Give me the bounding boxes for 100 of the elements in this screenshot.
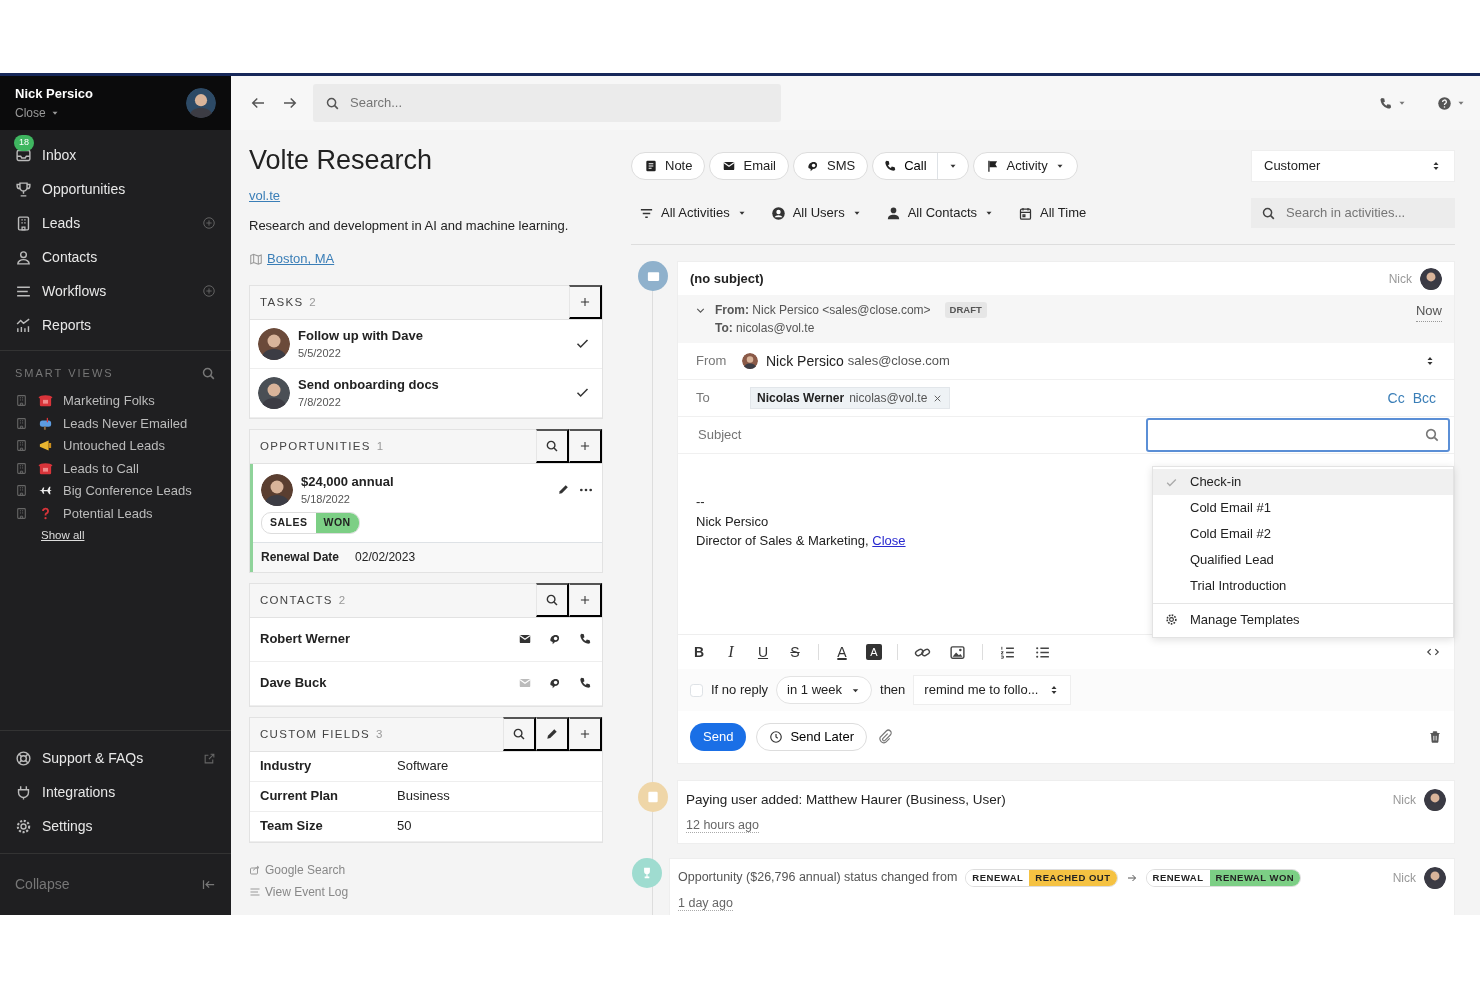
nav-item[interactable]: Inbox — [42, 144, 216, 166]
add-button[interactable] — [569, 583, 602, 618]
smart-view-item[interactable]: Untouched Leads — [63, 436, 165, 456]
author-name: Nick — [1388, 270, 1412, 288]
template-option[interactable]: Trial Introduction — [1153, 573, 1453, 599]
filter-dropdown[interactable]: All Contacts — [885, 203, 995, 223]
send-button[interactable]: Send — [690, 723, 747, 751]
format-button[interactable]: S — [782, 640, 808, 664]
template-search-field[interactable] — [1146, 418, 1450, 452]
send-later-button[interactable]: Send Later — [756, 723, 867, 751]
draft-badge: DRAFT — [944, 301, 987, 319]
image-icon[interactable] — [949, 643, 966, 661]
phone-icon — [883, 159, 898, 173]
section-count: 1 — [376, 439, 385, 452]
nav-item[interactable]: Reports — [42, 314, 216, 336]
contact-name[interactable]: Robert Werner — [260, 629, 502, 649]
edit-button[interactable] — [536, 717, 569, 752]
trash-icon[interactable] — [1428, 730, 1442, 744]
followup-checkbox[interactable] — [690, 683, 703, 697]
template-option[interactable]: Qualified Lead — [1153, 547, 1453, 573]
search-button[interactable] — [536, 429, 569, 464]
format-button[interactable]: I — [718, 640, 744, 664]
timestamp: 12 hours ago — [686, 818, 759, 833]
nav-item[interactable]: Leads — [42, 212, 192, 234]
website-link[interactable]: vol.te — [249, 186, 603, 206]
template-option[interactable]: Cold Email #1 — [1153, 495, 1453, 521]
nav-item[interactable]: Integrations — [42, 781, 216, 803]
status-select[interactable]: Customer — [1251, 150, 1455, 182]
activity-text: Paying user added: Matthew Haurer (Business, User) — [686, 790, 1006, 809]
nav-item[interactable]: Support & FAQs — [42, 747, 193, 769]
smart-view-item[interactable]: Potential Leads — [63, 503, 153, 523]
smart-view-item[interactable]: Big Conference Leads — [63, 481, 192, 501]
field-label: Industry — [260, 757, 313, 776]
to-line: To: nicolas@vol.te — [714, 320, 816, 337]
help-icon[interactable] — [1437, 95, 1452, 111]
flag-icon — [985, 159, 1000, 173]
nav-item[interactable]: Opportunities — [42, 178, 216, 200]
add-button[interactable] — [569, 285, 602, 320]
action-button[interactable]: Note — [631, 152, 706, 180]
format-button[interactable]: B — [686, 640, 712, 664]
contact-name[interactable]: Dave Buck — [260, 673, 502, 693]
action-button[interactable]: Activity — [972, 152, 1078, 180]
smart-view-item[interactable]: Marketing Folks — [63, 391, 155, 411]
then-label: then — [880, 681, 906, 700]
phone-icon[interactable] — [578, 632, 592, 647]
search-button[interactable] — [503, 717, 536, 752]
collapse-button[interactable]: Collapse — [15, 874, 70, 895]
task-title[interactable]: Follow up with Dave — [298, 325, 567, 346]
company-link[interactable]: Close — [872, 533, 906, 548]
task-title[interactable]: Send onboarding docs — [298, 374, 567, 395]
activity-search-bar[interactable]: Search in activities... — [1251, 198, 1455, 228]
sender-email: sales@close.com — [847, 352, 951, 371]
mailbox-icon — [38, 415, 53, 431]
user-icon — [770, 205, 786, 221]
smart-view-item[interactable]: Leads Never Emailed — [63, 413, 188, 433]
add-icon[interactable] — [202, 216, 216, 230]
avatar — [1420, 267, 1442, 290]
location-link[interactable]: Boston, MA — [267, 249, 335, 269]
add-icon[interactable] — [202, 284, 216, 298]
bcc-link[interactable]: Bcc — [1412, 387, 1436, 409]
nav-item[interactable]: Workflows — [42, 280, 192, 302]
delay-dropdown[interactable]: in 1 week — [776, 676, 872, 704]
search-field[interactable]: Search... — [348, 92, 769, 114]
show-all-link[interactable]: Show all — [41, 528, 85, 541]
author-name: Nick — [1392, 792, 1416, 809]
search-icon[interactable] — [201, 365, 216, 381]
count-badge: 18 — [14, 135, 34, 151]
collapse-icon[interactable] — [201, 877, 216, 892]
lead-description: Research and development in AI and machine learning. — [249, 216, 570, 235]
cc-link[interactable]: Cc — [1387, 387, 1405, 409]
search-button[interactable] — [536, 583, 569, 618]
filter-dropdown[interactable]: All Activities — [639, 203, 747, 223]
field-value: Software — [397, 757, 449, 776]
smart-view-item[interactable]: Leads to Call — [63, 458, 139, 478]
filter-dropdown[interactable]: All Users — [770, 203, 862, 223]
field-label: Current Plan — [260, 787, 339, 806]
format-button[interactable]: A — [866, 644, 882, 660]
action-button[interactable]: SMS — [793, 152, 869, 180]
org-switcher[interactable]: Close — [15, 103, 46, 122]
pencil-icon[interactable] — [557, 483, 570, 497]
format-button[interactable]: U — [750, 640, 776, 664]
action-button[interactable]: Email — [709, 152, 789, 180]
search-bar[interactable]: Search... — [313, 84, 781, 122]
format-button[interactable]: A — [829, 640, 855, 664]
attachment-icon[interactable] — [877, 729, 893, 745]
user-icon — [15, 248, 32, 266]
template-option[interactable]: Check-in — [1153, 469, 1453, 495]
add-button[interactable] — [569, 717, 602, 752]
manage-templates-item[interactable]: Manage Templates — [1153, 603, 1453, 635]
filter-dropdown[interactable]: All Time — [1018, 203, 1087, 223]
user-name: Nick Persico — [15, 85, 94, 104]
activity-search-field[interactable]: Search in activities... — [1284, 202, 1445, 224]
sender-name: Nick Persico — [766, 351, 844, 371]
phone-icon[interactable] — [578, 676, 592, 691]
action-select[interactable]: remind me to follo... — [913, 675, 1072, 705]
add-button[interactable] — [569, 429, 602, 464]
nav-item[interactable]: Contacts — [42, 246, 216, 268]
template-option[interactable]: Cold Email #2 — [1153, 521, 1453, 547]
phone-icon[interactable] — [1378, 95, 1393, 111]
nav-item[interactable]: Settings — [42, 815, 216, 837]
